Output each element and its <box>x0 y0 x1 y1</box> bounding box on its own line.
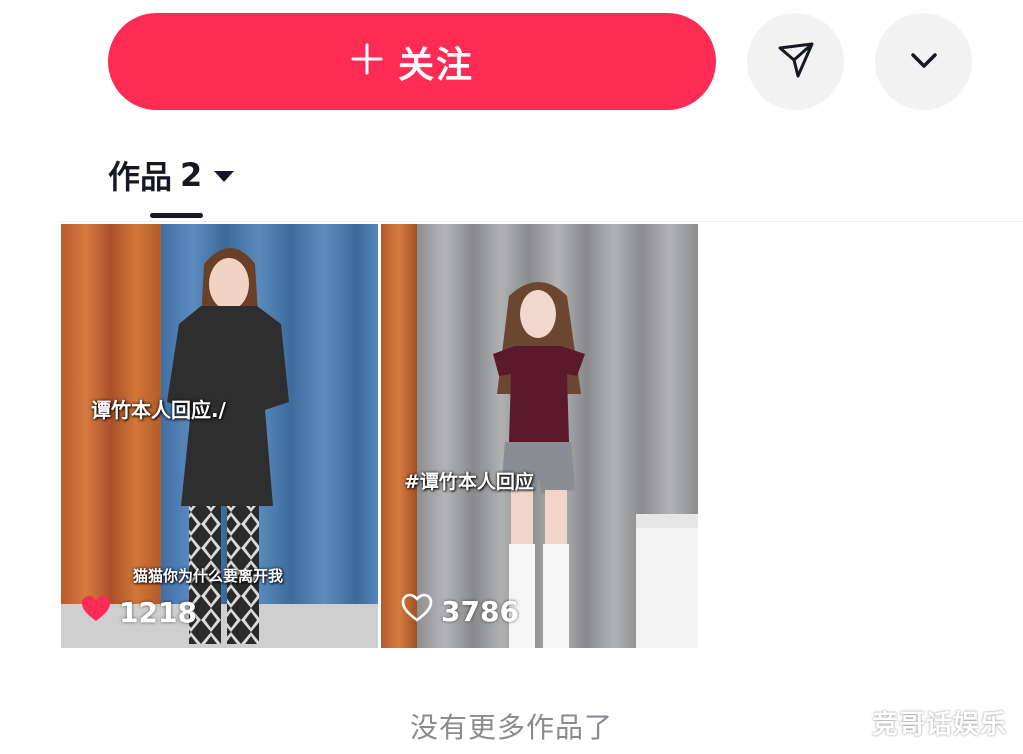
video-caption-main: 谭竹本人回应./ <box>91 398 226 422</box>
tab-divider <box>60 221 1023 222</box>
video-caption-sub: 猫猫你为什么要离开我 <box>133 567 284 585</box>
profile-page: 关注 作品 2 谭竹本人回应./ 猫猫你为什么要离开我 1218 #谭竹本人回应… <box>0 0 1023 754</box>
heart-outline-icon <box>401 593 433 630</box>
send-icon <box>774 38 818 86</box>
share-button[interactable] <box>747 13 844 110</box>
video-thumbnail-2[interactable]: #谭竹本人回应 3786 <box>381 224 698 648</box>
heart-filled-icon <box>81 595 111 630</box>
like-count: 3786 <box>401 593 519 630</box>
video-thumbnail-1[interactable]: 谭竹本人回应./ 猫猫你为什么要离开我 1218 <box>61 224 378 648</box>
more-options-button[interactable] <box>875 13 972 110</box>
like-count-value: 1218 <box>119 596 197 629</box>
video-caption-main: #谭竹本人回应 <box>404 471 534 493</box>
plus-icon <box>350 37 384 83</box>
caret-down-icon <box>214 170 235 182</box>
follow-button[interactable]: 关注 <box>108 13 716 110</box>
no-more-works-text: 没有更多作品了 <box>409 711 613 744</box>
tab-works-count: 2 <box>180 156 203 194</box>
like-count-value: 3786 <box>441 595 519 628</box>
tab-works[interactable]: 作品 2 <box>108 152 235 198</box>
follow-label: 关注 <box>397 44 474 86</box>
watermark: 竞哥话娱乐 <box>871 710 1007 740</box>
chevron-down-icon <box>906 42 942 82</box>
tab-active-indicator <box>150 213 203 218</box>
tab-works-label: 作品 <box>108 158 173 196</box>
like-count: 1218 <box>81 595 197 630</box>
video-cover-image <box>381 224 698 648</box>
